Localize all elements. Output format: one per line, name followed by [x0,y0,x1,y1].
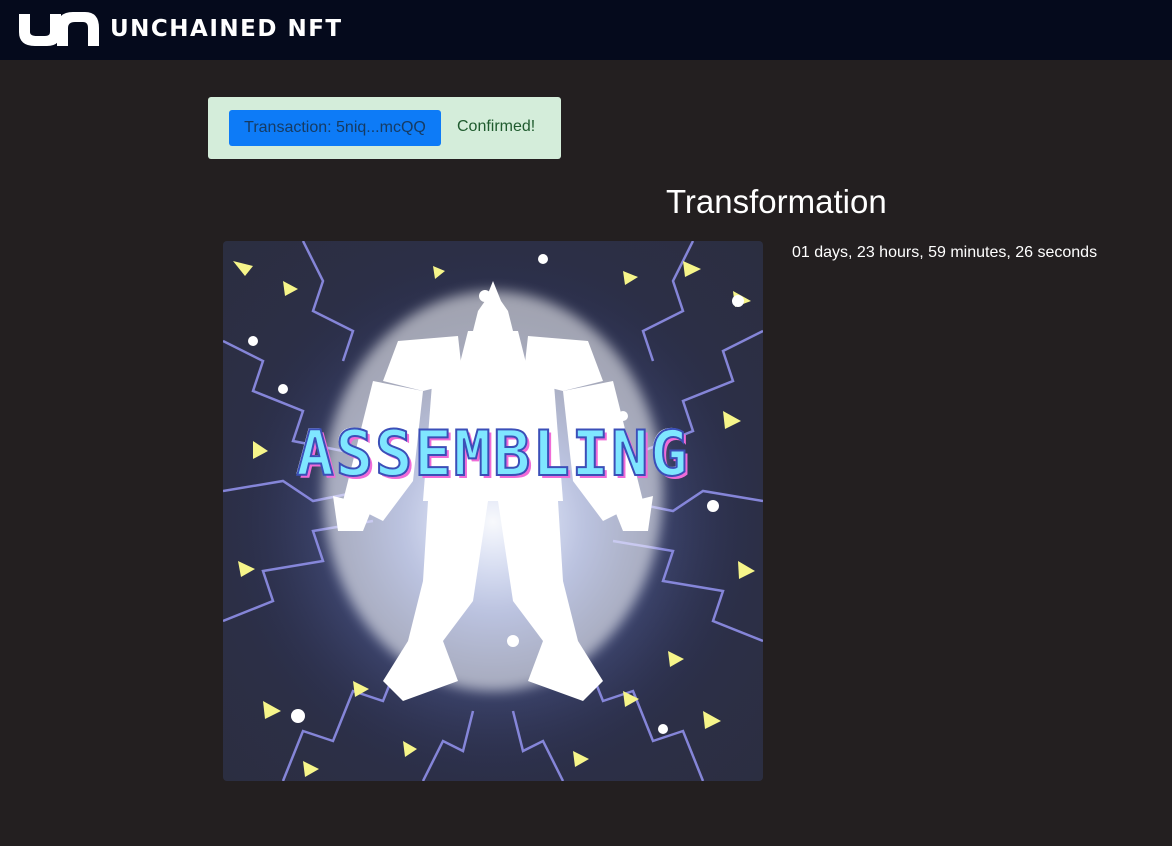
nft-image: ASSEMBLING [223,241,763,781]
confirmation-status: Confirmed! [457,118,536,135]
unchained-logo-icon[interactable] [17,10,101,48]
top-navbar: UNCHAINED NFT [0,0,1172,60]
nft-artwork [223,241,763,781]
transaction-alert: Transaction: 5niq...mcQQ Confirmed! [208,97,561,159]
page-title: Transformation [666,183,887,220]
nft-overlay-text: ASSEMBLING [295,416,690,491]
transaction-link-button[interactable]: Transaction: 5niq...mcQQ [229,110,441,146]
countdown-timer: 01 days, 23 hours, 59 minutes, 26 second… [792,244,1098,261]
brand-name[interactable]: UNCHAINED NFT [110,14,343,44]
